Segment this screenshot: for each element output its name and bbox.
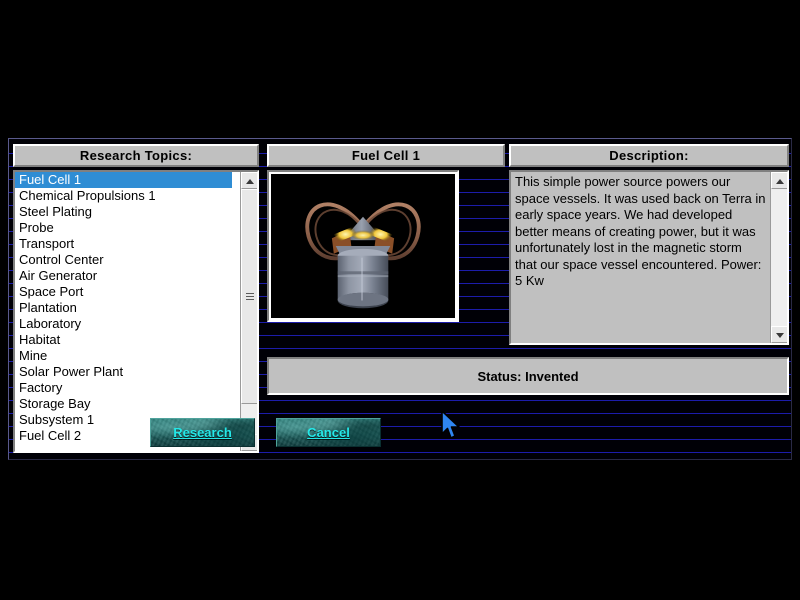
list-item[interactable]: Mine — [15, 348, 232, 364]
topics-scrollbar[interactable] — [240, 172, 257, 451]
list-item[interactable]: Habitat — [15, 332, 232, 348]
list-item[interactable]: Control Center — [15, 252, 232, 268]
triangle-down-icon — [775, 332, 784, 338]
list-item[interactable]: Probe — [15, 220, 232, 236]
triangle-up-icon — [775, 178, 784, 184]
list-item[interactable]: Laboratory — [15, 316, 232, 332]
research-topics-caption: Research Topics: — [13, 144, 259, 167]
list-item[interactable]: Steel Plating — [15, 204, 232, 220]
list-item[interactable]: Solar Power Plant — [15, 364, 232, 380]
list-item[interactable]: Plantation — [15, 300, 232, 316]
list-item[interactable]: Fuel Cell 1 — [15, 172, 232, 188]
item-preview-frame — [267, 170, 459, 322]
description-scroll-track[interactable] — [771, 189, 787, 326]
game-screen: Research Topics: Fuel Cell 1 Chemical Pro… — [0, 0, 800, 600]
research-topics-listbox[interactable]: Fuel Cell 1 Chemical Propulsions 1 Steel P… — [13, 170, 259, 453]
research-dialog: Research Topics: Fuel Cell 1 Chemical Pro… — [8, 138, 792, 460]
triangle-up-icon — [245, 178, 254, 184]
research-label-rest: esearch — [182, 425, 232, 440]
description-scroll-up-button[interactable] — [771, 172, 787, 189]
list-item[interactable]: Air Generator — [15, 268, 232, 284]
research-button[interactable]: Research — [150, 418, 255, 447]
list-item[interactable]: Transport — [15, 236, 232, 252]
research-topics-list[interactable]: Fuel Cell 1 Chemical Propulsions 1 Steel P… — [15, 172, 232, 451]
fuel-cell-image — [271, 174, 455, 318]
description-panel: This simple power source powers our spac… — [509, 170, 789, 345]
grip-icon — [245, 292, 254, 301]
cancel-accel-char: C — [307, 425, 317, 440]
description-text: This simple power source powers our spac… — [511, 172, 770, 343]
description-scrollbar[interactable] — [770, 172, 787, 343]
research-accel-char: R — [173, 425, 183, 440]
topics-scroll-thumb[interactable] — [241, 189, 257, 404]
list-item[interactable]: Storage Bay — [15, 396, 232, 412]
list-item[interactable]: Space Port — [15, 284, 232, 300]
topics-scroll-up-button[interactable] — [241, 172, 257, 189]
topics-scroll-track[interactable] — [241, 189, 257, 434]
status-text: Status: Invented — [477, 368, 579, 384]
description-scroll-down-button[interactable] — [771, 326, 787, 343]
list-item[interactable]: Factory — [15, 380, 232, 396]
list-item[interactable]: Chemical Propulsions 1 — [15, 188, 232, 204]
item-title-caption: Fuel Cell 1 — [267, 144, 505, 167]
cancel-label-rest: ancel — [316, 425, 350, 440]
cancel-button[interactable]: Cancel — [276, 418, 381, 447]
description-caption: Description: — [509, 144, 789, 167]
research-button-label: Research — [173, 425, 232, 440]
status-bar: Status: Invented — [267, 357, 789, 395]
cancel-button-label: Cancel — [307, 425, 350, 440]
